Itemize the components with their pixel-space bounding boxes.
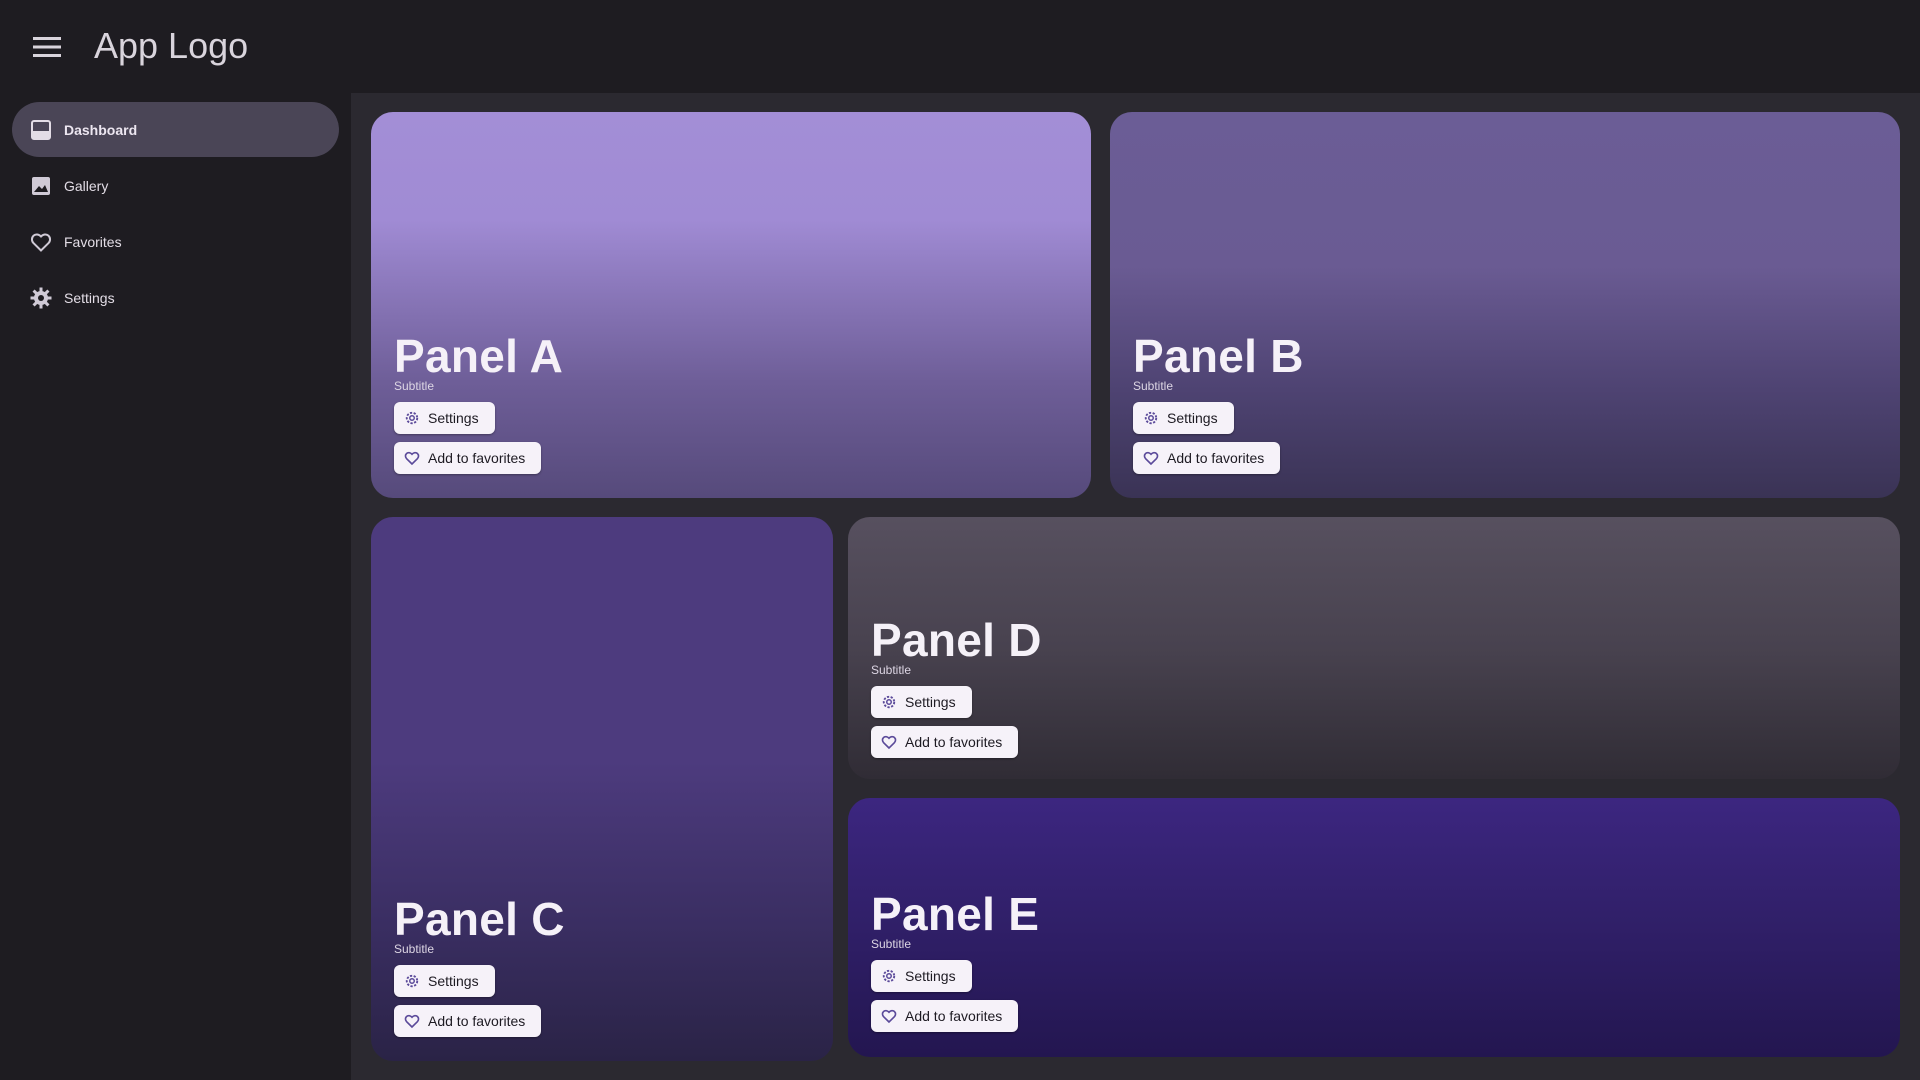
add-to-favorites-button[interactable]: Add to favorites: [871, 1000, 1019, 1032]
panel-title: Panel C: [394, 893, 565, 945]
sidebar-item-label: Favorites: [64, 233, 122, 250]
gear-icon: [880, 693, 898, 711]
panel-title: Panel A: [394, 330, 564, 382]
heart-icon: [30, 233, 52, 252]
heart-icon: [880, 733, 898, 751]
panel-title: Panel D: [871, 614, 1042, 666]
settings-label: Settings: [905, 968, 956, 984]
settings-button[interactable]: Settings: [871, 686, 972, 718]
sidebar-item-favorites[interactable]: Favorites: [12, 214, 339, 269]
gear-icon: [880, 967, 898, 985]
gear-icon: [30, 287, 52, 309]
panel-subtitle: Subtitle: [394, 942, 435, 956]
panel-card-a[interactable]: Panel A Subtitle Settings Add to favorit…: [371, 112, 1091, 498]
add-to-favorites-button[interactable]: Add to favorites: [871, 726, 1019, 758]
top-app-bar: App Logo: [0, 0, 1920, 93]
sidebar-item-settings[interactable]: Settings: [12, 270, 339, 325]
settings-button[interactable]: Settings: [394, 402, 495, 434]
image-icon: [32, 177, 50, 195]
panel-subtitle: Subtitle: [1133, 379, 1174, 393]
add-to-favorites-button[interactable]: Add to favorites: [1133, 442, 1281, 474]
favorites-label: Add to favorites: [428, 450, 526, 466]
panel-card-c[interactable]: Panel C Subtitle Settings Add to favorit…: [371, 517, 833, 1061]
gear-icon: [403, 409, 421, 427]
panel-subtitle: Subtitle: [871, 663, 912, 677]
menu-icon: [33, 37, 61, 57]
settings-label: Settings: [1167, 410, 1218, 426]
panel-subtitle: Subtitle: [871, 937, 912, 951]
settings-label: Settings: [428, 973, 479, 989]
app-logo[interactable]: App Logo: [94, 22, 248, 70]
panel-title: Panel E: [871, 888, 1040, 940]
panel-subtitle: Subtitle: [394, 379, 435, 393]
gear-icon: [1142, 409, 1160, 427]
settings-button[interactable]: Settings: [1133, 402, 1234, 434]
sidebar-item-label: Gallery: [64, 177, 109, 194]
sidebar-item-gallery[interactable]: Gallery: [12, 158, 339, 213]
menu-button[interactable]: [24, 24, 70, 70]
settings-button[interactable]: Settings: [394, 965, 495, 997]
sidebar-item-label: Settings: [64, 289, 115, 306]
panel-card-b[interactable]: Panel B Subtitle Settings Add to favorit…: [1110, 112, 1900, 498]
add-to-favorites-button[interactable]: Add to favorites: [394, 1005, 542, 1037]
add-to-favorites-button[interactable]: Add to favorites: [394, 442, 542, 474]
settings-button[interactable]: Settings: [871, 960, 972, 992]
gear-icon: [403, 972, 421, 990]
favorites-label: Add to favorites: [905, 734, 1003, 750]
heart-icon: [1142, 449, 1160, 467]
sidebar-item-dashboard[interactable]: Dashboard: [12, 102, 339, 157]
panel-card-e[interactable]: Panel E Subtitle Settings Add to favorit…: [848, 798, 1900, 1057]
settings-label: Settings: [428, 410, 479, 426]
navigation-drawer: Dashboard Gallery Favorites Settings: [0, 93, 351, 1080]
heart-icon: [403, 1012, 421, 1030]
heart-icon: [403, 449, 421, 467]
settings-label: Settings: [905, 694, 956, 710]
panel-card-d[interactable]: Panel D Subtitle Settings Add to favorit…: [848, 517, 1900, 779]
panel-title: Panel B: [1133, 330, 1304, 382]
sidebar-item-label: Dashboard: [64, 121, 138, 138]
favorites-label: Add to favorites: [905, 1008, 1003, 1024]
dashboard-icon: [31, 120, 51, 140]
favorites-label: Add to favorites: [428, 1013, 526, 1029]
heart-icon: [880, 1007, 898, 1025]
favorites-label: Add to favorites: [1167, 450, 1265, 466]
